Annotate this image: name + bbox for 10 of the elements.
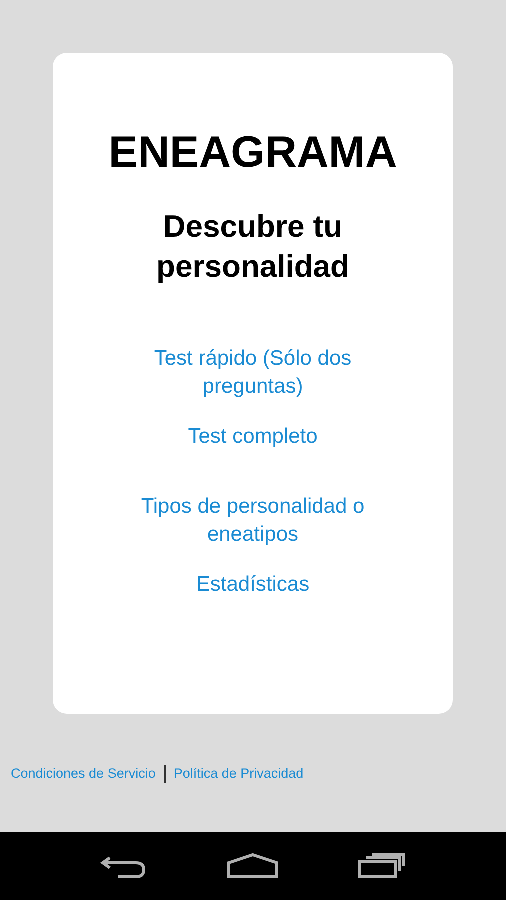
menu-link[interactable]: Test completo bbox=[123, 423, 383, 451]
subtitle: Descubre tu personalidad bbox=[156, 208, 350, 286]
footer-link[interactable]: Condiciones de Servicio bbox=[11, 764, 156, 784]
menu-link[interactable]: Tipos de personalidad o eneatipos bbox=[123, 493, 383, 549]
menu-link[interactable]: Estadísticas bbox=[123, 571, 383, 599]
menu-link[interactable]: Test rápido (Sólo dos preguntas) bbox=[123, 345, 383, 401]
footer-link[interactable]: Política de Privacidad bbox=[174, 764, 304, 784]
home-icon[interactable] bbox=[226, 853, 279, 879]
recent-apps-icon[interactable] bbox=[358, 853, 406, 879]
app-title: ENEAGRAMA bbox=[108, 129, 398, 177]
